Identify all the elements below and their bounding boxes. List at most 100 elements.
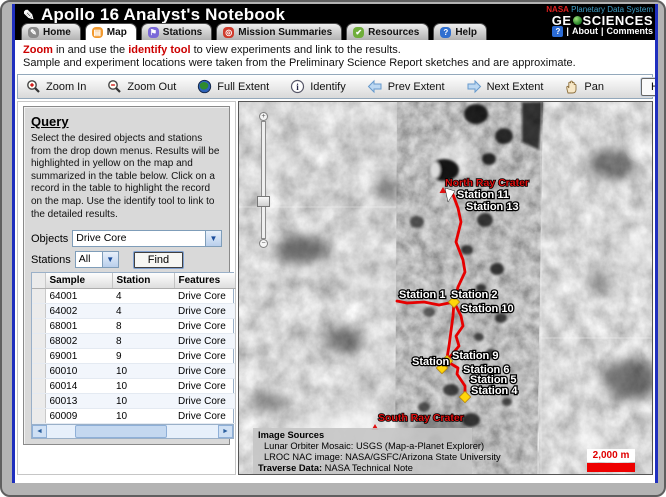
column-header-sample[interactable]: Sample xyxy=(45,273,113,290)
row-selector-header xyxy=(32,273,46,290)
row-selector[interactable] xyxy=(32,408,46,425)
find-button[interactable]: Find xyxy=(133,251,184,268)
table-horizontal-scrollbar[interactable]: ◄ ► xyxy=(32,424,233,439)
table-row[interactable]: 60013 10 Drive Core xyxy=(32,393,235,410)
row-selector[interactable] xyxy=(32,333,46,350)
station-label-station-9: Station 9 xyxy=(452,350,498,362)
results-table: Sample Station Features 64001 4 Drive Core 64… xyxy=(31,272,236,440)
brand-divider: | xyxy=(566,26,569,36)
station-label-station-2: Station 2 xyxy=(451,289,497,301)
tab-home[interactable]: ✎ Home xyxy=(21,23,81,40)
chevron-down-icon[interactable]: ▼ xyxy=(101,252,118,268)
table-row[interactable]: 68002 8 Drive Core xyxy=(32,333,235,350)
row-selector[interactable] xyxy=(32,393,46,410)
tab-label: Map xyxy=(106,26,127,38)
station-label-station: Station xyxy=(412,356,450,368)
instructions-line2: Sample and experiment locations were tak… xyxy=(23,57,576,69)
tab-resources[interactable]: ✔ Resources xyxy=(346,23,430,40)
app-window: ✎ Apollo 16 Analyst's Notebook NASA Plane… xyxy=(0,0,666,497)
chevron-down-icon[interactable]: ▼ xyxy=(205,231,221,247)
pan-button[interactable]: Pan xyxy=(564,79,604,94)
row-selector[interactable] xyxy=(32,363,46,380)
query-description: Select the desired objects and stations … xyxy=(31,133,220,220)
table-cell: 60014 xyxy=(45,378,112,395)
tab-stations[interactable]: ⚑ Stations xyxy=(140,23,213,40)
slider-zoom-out-icon[interactable]: − xyxy=(259,239,268,248)
tab-map[interactable]: ▤ Map xyxy=(84,23,137,40)
stations-label: Stations xyxy=(31,253,71,266)
query-title: Query xyxy=(31,114,69,129)
map-viewport[interactable]: Station 11 Station 13 Station 1 Station 2 St… xyxy=(238,101,653,475)
table-row[interactable]: 60009 10 Drive Core xyxy=(32,408,235,425)
slider-track[interactable] xyxy=(261,121,266,239)
next-extent-button[interactable]: Next Extent xyxy=(466,79,543,94)
table-row[interactable]: 64002 4 Drive Core xyxy=(32,303,235,320)
instruction-text: in and use the xyxy=(52,44,129,56)
page-title: ✎ Apollo 16 Analyst's Notebook xyxy=(23,5,285,25)
row-selector[interactable] xyxy=(32,348,46,365)
row-selector[interactable] xyxy=(32,303,46,320)
identify-button[interactable]: i Identify xyxy=(290,79,346,94)
comments-link[interactable]: Comments xyxy=(606,26,653,37)
tab-mission-summaries[interactable]: ◎ Mission Summaries xyxy=(216,23,343,40)
slider-thumb[interactable] xyxy=(257,196,270,207)
zoom-out-button[interactable]: Zoom Out xyxy=(107,79,176,94)
pencil-icon: ✎ xyxy=(23,7,35,23)
toolbar-button-label: Pan xyxy=(584,80,604,93)
row-selector[interactable] xyxy=(32,378,46,395)
slider-zoom-in-icon[interactable]: + xyxy=(259,112,268,121)
zoom-out-icon xyxy=(107,79,122,94)
zoom-in-button[interactable]: Zoom In xyxy=(26,79,86,94)
table-cell: 8 xyxy=(112,318,174,335)
table-row[interactable]: 68001 8 Drive Core xyxy=(32,318,235,335)
full-extent-icon xyxy=(197,79,212,94)
tab-label: Mission Summaries xyxy=(238,26,333,38)
row-selector[interactable] xyxy=(32,318,46,335)
home-tab-icon: ✎ xyxy=(28,26,39,38)
geosciences-logo: GE SCIENCES xyxy=(551,13,653,28)
identify-icon: i xyxy=(290,79,305,94)
page-content: ✎ Apollo 16 Analyst's Notebook NASA Plane… xyxy=(12,4,658,483)
table-cell: 64002 xyxy=(45,303,112,320)
toolbar-button-label: Zoom In xyxy=(46,80,87,93)
header: ✎ Apollo 16 Analyst's Notebook NASA Plane… xyxy=(15,4,655,40)
pan-icon xyxy=(564,79,579,94)
map-toolbar: Zoom In Zoom Out Full Extent i Identify Prev … xyxy=(17,74,655,99)
table-cell: 60010 xyxy=(45,363,112,380)
scroll-right-icon[interactable]: ► xyxy=(218,425,233,439)
stations-select[interactable]: All ▼ xyxy=(74,251,119,269)
image-source-line: Lunar Orbiter Mosaic: USGS (Map-a-Planet… xyxy=(264,441,485,451)
map-zoom-slider[interactable]: + − xyxy=(255,112,273,248)
scrollbar-thumb[interactable] xyxy=(75,425,167,439)
help-button[interactable]: Help xyxy=(641,77,655,96)
table-cell: 9 xyxy=(112,348,174,365)
help-tab-icon: ? xyxy=(440,26,452,38)
station-label-station-13: Station 13 xyxy=(466,201,519,213)
instruction-text: to view experiments and link to the resu… xyxy=(190,44,401,56)
traverse-data-line: Traverse Data: NASA Technical Note xyxy=(258,463,413,473)
stations-selected-value: All xyxy=(78,253,91,266)
table-cell: Drive Core xyxy=(174,318,235,335)
full-extent-button[interactable]: Full Extent xyxy=(197,79,269,94)
scroll-left-icon[interactable]: ◄ xyxy=(32,425,47,439)
toolbar-button-label: Full Extent xyxy=(217,80,270,93)
table-cell: 60009 xyxy=(45,408,112,425)
toolbar-button-label: Identify xyxy=(310,80,346,93)
table-row[interactable]: 64001 4 Drive Core xyxy=(32,288,235,305)
instructions: Zoom in and use the identify tool to vie… xyxy=(15,40,655,72)
tab-help[interactable]: ? Help xyxy=(433,23,487,40)
table-row[interactable]: 60014 10 Drive Core xyxy=(32,378,235,395)
column-header-features[interactable]: Features xyxy=(174,273,236,290)
prev-extent-button[interactable]: Prev Extent xyxy=(367,79,445,94)
row-selector[interactable] xyxy=(32,288,46,305)
table-cell: 10 xyxy=(112,378,174,395)
tab-bar: ✎ Home ▤ Map ⚑ Stations ◎ Mission Summaries ✔ Res… xyxy=(21,23,487,40)
column-header-station[interactable]: Station xyxy=(112,273,175,290)
table-cell: 64001 xyxy=(45,288,112,305)
table-row[interactable]: 69001 9 Drive Core xyxy=(32,348,235,365)
about-link[interactable]: About xyxy=(572,26,598,37)
table-row[interactable]: 60010 10 Drive Core xyxy=(32,363,235,380)
help-badge-icon[interactable]: ? xyxy=(552,26,564,37)
station-label-station-1: Station 1 xyxy=(399,289,445,301)
objects-select[interactable]: Drive Core ▼ xyxy=(72,230,222,248)
